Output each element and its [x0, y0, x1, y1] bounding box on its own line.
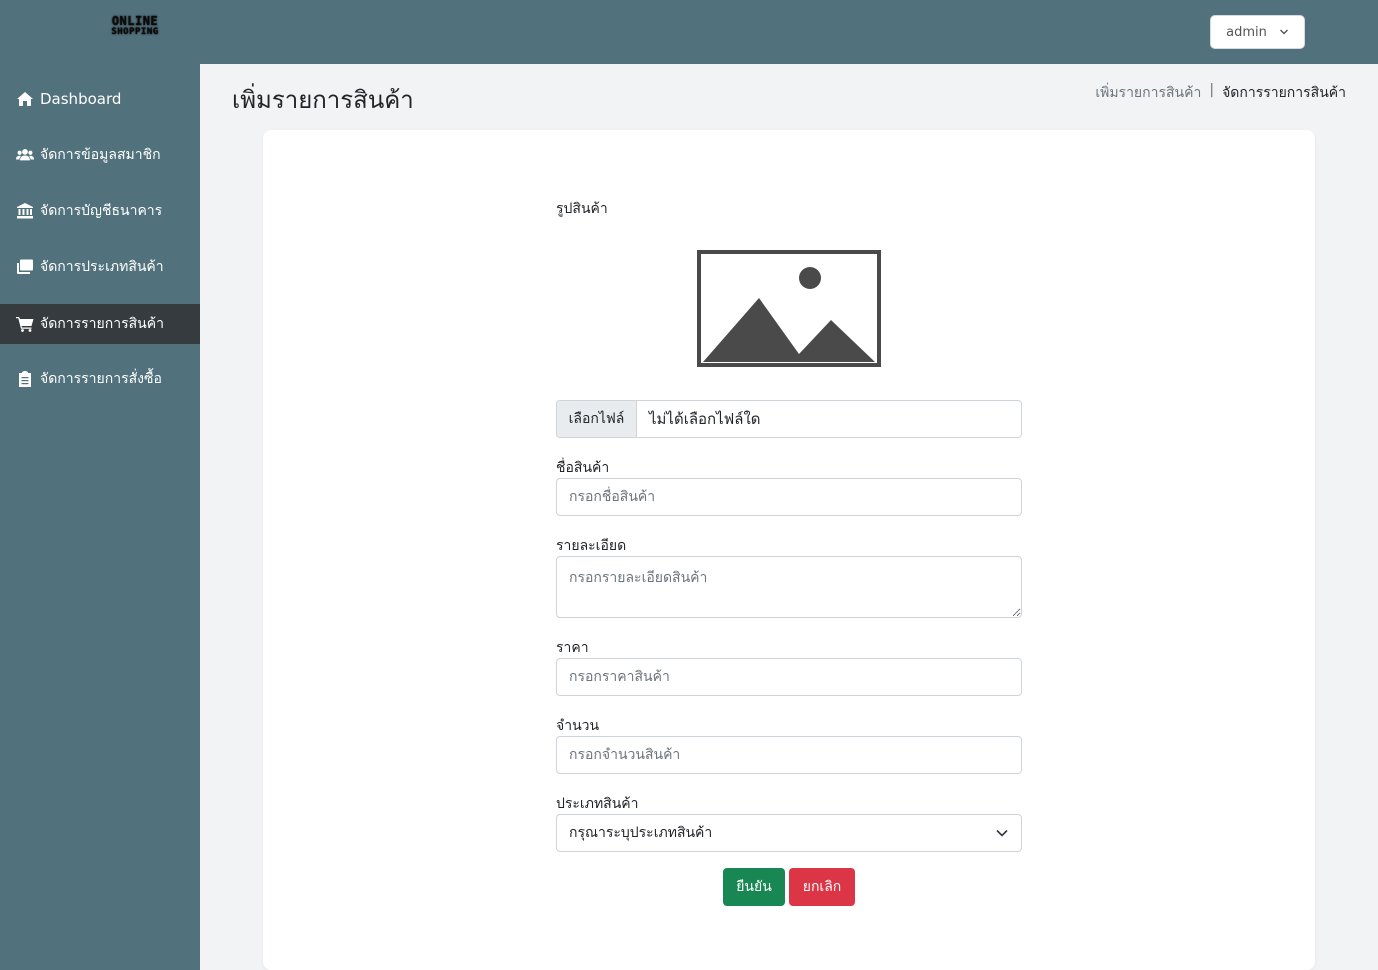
product-type-label: ประเภทสินค้า	[556, 796, 639, 812]
logo-line-2: SHOPPING	[111, 27, 159, 37]
logo-line-1: ONLINE	[111, 14, 159, 28]
user-menu-button[interactable]: admin	[1210, 15, 1305, 49]
sidebar-item-dashboard[interactable]: Dashboard	[0, 79, 200, 119]
sidebar-item-label: Dashboard	[40, 90, 122, 108]
price-input[interactable]	[556, 658, 1022, 696]
layers-icon	[16, 258, 36, 276]
submit-button[interactable]: ยืนยัน	[723, 868, 785, 906]
detail-label: รายละเอียด	[556, 538, 627, 554]
quantity-label: จำนวน	[556, 718, 600, 734]
sidebar-item-orders[interactable]: จัดการรายการสั่งซื้อ	[0, 359, 200, 399]
sidebar-item-label: จัดการบัญชีธนาคาร	[40, 203, 163, 219]
top-navbar: ONLINE SHOPPING admin	[0, 0, 1378, 64]
sidebar-item-products[interactable]: จัดการรายการสินค้า	[0, 304, 200, 344]
chevron-down-icon	[996, 829, 1008, 837]
breadcrumb-link[interactable]: เพิ่มรายการสินค้า	[1095, 82, 1201, 104]
file-status: ไม่ได้เลือกไฟล์ใด	[649, 410, 761, 428]
sidebar-item-categories[interactable]: จัดการประเภทสินค้า	[0, 247, 200, 287]
sidebar: Dashboard จัดการข้อมูลสมาชิก จัดการบัญชี…	[0, 64, 200, 970]
logo[interactable]: ONLINE SHOPPING	[98, 14, 172, 42]
chevron-down-icon	[1279, 29, 1288, 35]
home-icon	[16, 90, 36, 108]
image-label: รูปสินค้า	[556, 201, 608, 217]
clipboard-icon	[16, 370, 36, 388]
product-type-selected: กรุณาระบุประเภทสินค้า	[569, 825, 713, 841]
file-input[interactable]: เลือกไฟล์ ไม่ได้เลือกไฟล์ใด	[556, 400, 1022, 438]
sidebar-item-label: จัดการข้อมูลสมาชิก	[40, 147, 161, 163]
cart-icon	[16, 315, 36, 333]
sidebar-item-label: จัดการรายการสั่งซื้อ	[40, 371, 162, 387]
product-name-label: ชื่อสินค้า	[556, 460, 610, 476]
users-icon	[16, 146, 36, 164]
page-title: เพิ่มรายการสินค้า	[232, 86, 414, 114]
product-type-select[interactable]: กรุณาระบุประเภทสินค้า	[556, 814, 1022, 852]
breadcrumb-separator: |	[1209, 82, 1215, 98]
image-placeholder-icon	[697, 250, 881, 367]
user-menu-label: admin	[1226, 24, 1267, 40]
sidebar-item-bank-accounts[interactable]: จัดการบัญชีธนาคาร	[0, 191, 200, 231]
quantity-input[interactable]	[556, 736, 1022, 774]
product-name-input[interactable]	[556, 478, 1022, 516]
breadcrumb: เพิ่มรายการสินค้า | จัดการรายการสินค้า	[1095, 82, 1346, 104]
choose-file-button[interactable]: เลือกไฟล์	[557, 401, 637, 437]
bank-icon	[16, 202, 36, 220]
sidebar-item-label: จัดการรายการสินค้า	[40, 316, 164, 332]
detail-textarea[interactable]	[556, 556, 1022, 618]
sidebar-item-members[interactable]: จัดการข้อมูลสมาชิก	[0, 135, 200, 175]
price-label: ราคา	[556, 640, 589, 656]
sidebar-item-label: จัดการประเภทสินค้า	[40, 259, 164, 275]
breadcrumb-current: จัดการรายการสินค้า	[1222, 85, 1346, 101]
cancel-button[interactable]: ยกเลิก	[789, 868, 855, 906]
